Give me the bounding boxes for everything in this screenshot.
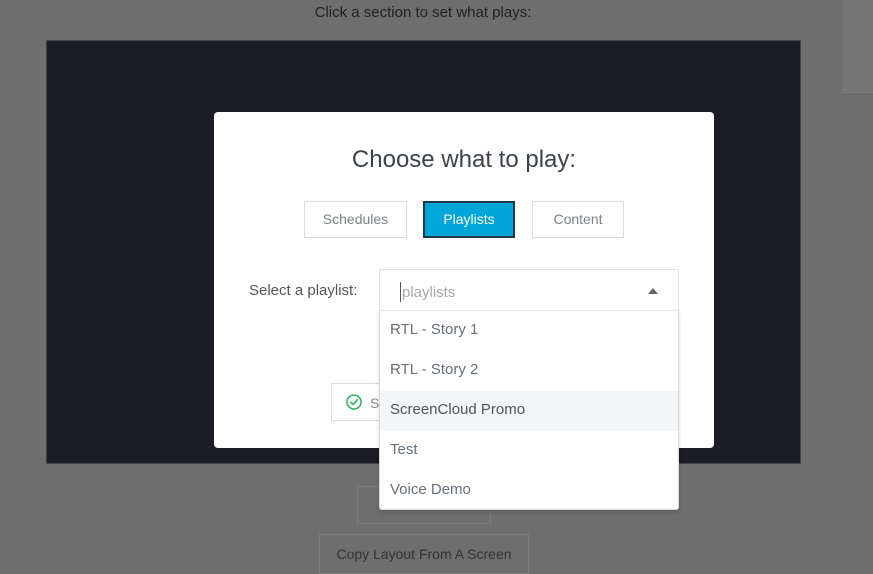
tab-schedules[interactable]: Schedules <box>304 201 407 238</box>
modal-title: Choose what to play: <box>351 146 577 173</box>
playlist-search-input[interactable] <box>400 282 642 302</box>
list-item[interactable]: RTL - Story 2 <box>380 351 678 391</box>
check-circle-icon <box>346 394 362 410</box>
copy-layout-button[interactable]: Copy Layout From A Screen <box>319 534 529 574</box>
tab-playlists[interactable]: Playlists <box>423 201 515 238</box>
side-panel <box>842 0 873 95</box>
list-item[interactable]: Test <box>380 431 678 471</box>
section-hint: Click a section to set what plays: <box>314 4 532 21</box>
list-item[interactable]: Voice Demo <box>380 471 678 511</box>
playlist-select[interactable] <box>379 269 679 311</box>
caret-up-icon[interactable] <box>648 288 658 294</box>
list-item[interactable]: ScreenCloud Promo <box>380 391 678 431</box>
playlist-dropdown: RTL - Story 1 RTL - Story 2 ScreenCloud … <box>379 310 679 510</box>
list-item[interactable]: RTL - Story 1 <box>380 311 678 351</box>
tab-content[interactable]: Content <box>532 201 624 238</box>
playlist-select-label: Select a playlist: <box>249 282 358 299</box>
